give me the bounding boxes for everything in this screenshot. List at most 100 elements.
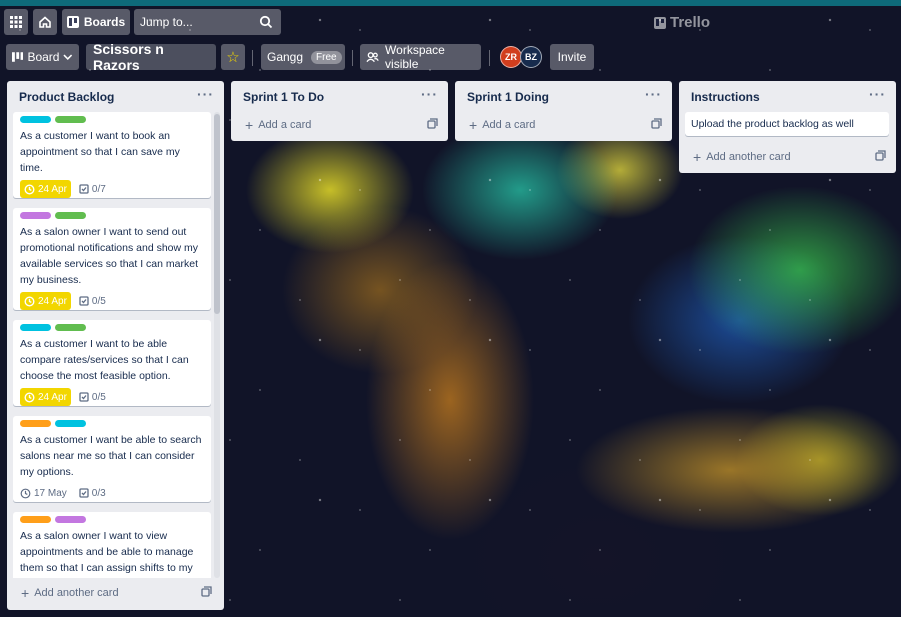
list-item[interactable]: As a salon owner I want to view appointm… [13,512,211,578]
checklist-badge: 0/5 [79,296,106,307]
list-sprint-1-doing: Sprint 1 Doing ··· + Add a card [455,81,672,141]
app-switcher-button[interactable] [4,9,28,35]
checklist-icon [79,296,89,306]
clock-icon [24,296,35,306]
home-button[interactable] [33,9,57,35]
trello-logo[interactable]: Trello [654,14,710,31]
due-date-badge[interactable]: 24 Apr [20,292,71,310]
checklist-badge: 0/5 [79,392,106,403]
list-title[interactable]: Sprint 1 To Do ··· [231,81,448,113]
card-title: As a customer I want to be able compare … [20,338,189,382]
label-purple [55,516,86,523]
list-title-text: Sprint 1 To Do [243,90,325,104]
add-card-button[interactable]: + Add a card [469,117,535,133]
due-date-text: 24 Apr [38,295,67,307]
list-sprint-1-to-do: Sprint 1 To Do ··· + Add a card [231,81,448,141]
label-orange [20,420,51,427]
more-options-icon[interactable]: ··· [869,87,886,101]
add-card-button[interactable]: + Add another card [21,585,119,601]
list-title-text: Product Backlog [19,90,115,104]
board-view-label: Board [27,50,60,64]
more-options-icon[interactable]: ··· [421,87,438,101]
board-icon [66,16,79,28]
divider [352,50,353,66]
board-header: Board Scissors n Razors ☆ Gangg Free Wor… [0,41,901,73]
top-navigation-bar: Boards Jump to... Trello [0,6,901,38]
list-scrollbar[interactable] [214,112,220,578]
trello-logo-icon [654,16,666,29]
checklist-count: 0/5 [91,295,106,307]
card-labels [20,324,204,332]
add-card-button[interactable]: + Add a card [245,117,311,133]
grid-icon [10,16,22,28]
card-scroll-area[interactable]: As a customer I want to book an appointm… [0,112,214,578]
divider [252,50,253,66]
invite-button[interactable]: Invite [550,44,594,70]
list-item[interactable]: As a customer I want to book an appointm… [13,112,211,198]
template-icon[interactable] [201,586,212,597]
chevron-down-icon [63,54,73,60]
list-item[interactable]: Upload the product backlog as well [685,112,889,136]
label-green [55,212,86,219]
due-date-badge[interactable]: 17 May [20,484,71,502]
checklist-count: 0/3 [91,487,106,499]
card-badges: 24 Apr 0/5 [20,292,204,310]
board-view-switcher[interactable]: Board [6,44,79,70]
list-item[interactable]: As a customer I want be able to search s… [13,416,211,502]
card-title: As a salon owner I want to send out prom… [20,226,199,286]
home-icon [39,16,51,28]
template-icon[interactable] [427,118,438,129]
avatar[interactable]: BZ [520,46,542,68]
search-input[interactable]: Jump to... [134,9,281,35]
star-board-button[interactable]: ☆ [221,44,245,70]
list-title[interactable]: Sprint 1 Doing ··· [455,81,672,113]
board-view-icon [12,52,24,62]
template-icon[interactable] [651,118,662,129]
due-date-text: 24 Apr [38,183,67,195]
avatar[interactable]: ZR [500,46,522,68]
scrollbar-thumb[interactable] [214,114,220,314]
label-orange [20,516,51,523]
card-labels [20,516,204,524]
list-title[interactable]: Product Backlog ··· [7,81,224,113]
boards-label: Boards [83,15,126,29]
clock-icon [24,392,35,402]
card-title: As a customer I want to book an appointm… [20,130,180,174]
checklist-icon [79,392,89,402]
due-date-badge[interactable]: 24 Apr [20,180,71,198]
boards-button[interactable]: Boards [62,9,130,35]
search-icon [259,15,273,29]
divider [489,50,490,66]
label-cyan [55,420,86,427]
list-instructions: Instructions ··· Upload the product back… [679,81,896,173]
plus-icon: + [245,117,254,133]
add-card-button[interactable]: + Add another card [693,149,791,165]
workspace-button[interactable]: Gangg Free [261,44,345,70]
more-options-icon[interactable]: ··· [645,87,662,101]
board-title[interactable]: Scissors n Razors [86,41,216,73]
label-green [55,116,86,123]
checklist-badge: 0/7 [79,184,106,195]
label-cyan [20,116,51,123]
search-placeholder: Jump to... [140,15,193,29]
card-title: Upload the product backlog as well [691,118,854,130]
card-badges: 24 Apr 0/7 [20,180,204,198]
template-icon[interactable] [875,150,886,161]
plus-icon: + [21,585,30,601]
visibility-button[interactable]: Workspace visible [360,43,481,71]
card-labels [20,212,204,220]
plus-icon: + [693,149,702,165]
due-date-badge[interactable]: 24 Apr [20,388,71,406]
clock-icon [20,488,31,498]
add-card-label: Add a card [258,119,312,131]
list-item[interactable]: As a customer I want to be able compare … [13,320,211,406]
checklist-icon [79,184,89,194]
list-title[interactable]: Instructions ··· [679,81,896,113]
list-item[interactable]: As a salon owner I want to send out prom… [13,208,211,310]
label-purple [20,212,51,219]
more-options-icon[interactable]: ··· [197,87,214,101]
label-cyan [20,324,51,331]
visibility-label: Workspace visible [385,43,445,71]
logo-text: Trello [670,14,711,31]
card-title: As a customer I want be able to search s… [20,434,202,478]
